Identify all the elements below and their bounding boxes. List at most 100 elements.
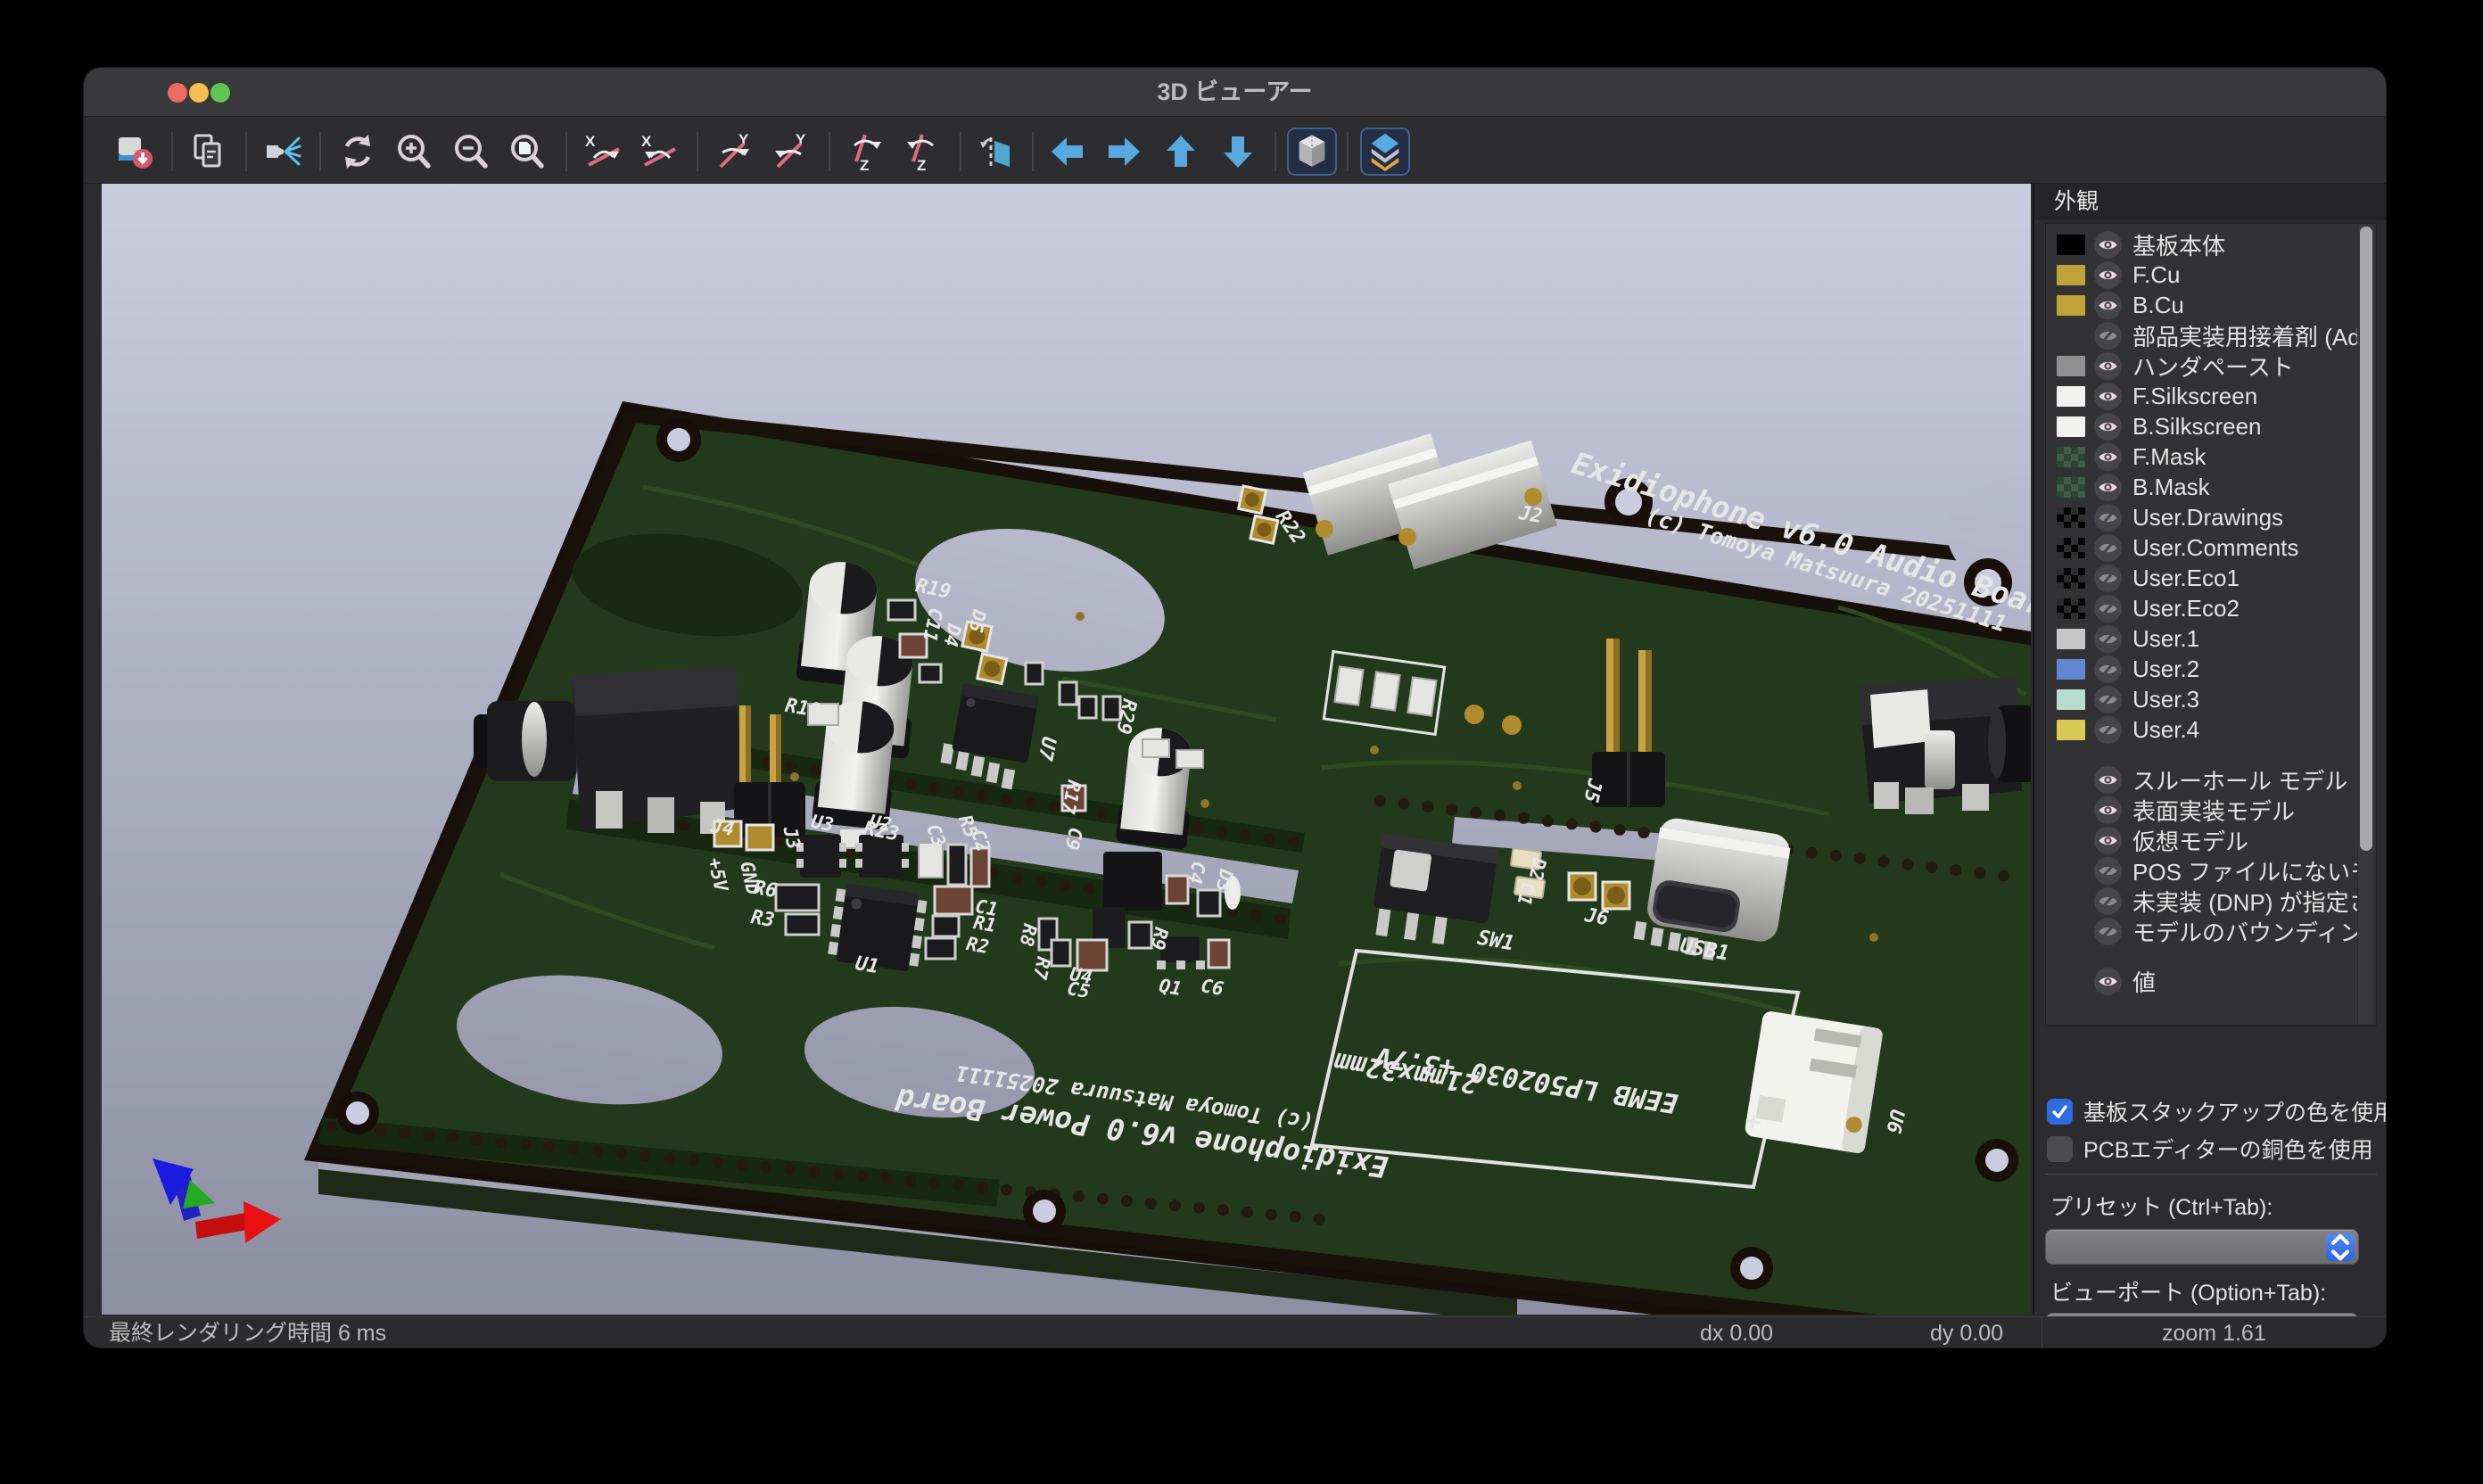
visibility-toggle[interactable] (2094, 766, 2122, 794)
eye-hidden-icon (2098, 598, 2118, 619)
layer-color-swatch[interactable] (2057, 477, 2085, 498)
layer-color-swatch[interactable] (2057, 659, 2085, 680)
use-pcb-copper-color-checkbox[interactable] (2047, 1136, 2073, 1162)
rotate-z-ccw-button[interactable]: Z (903, 131, 944, 172)
eye-hidden-icon (2098, 689, 2118, 710)
layer-row[interactable]: F.Mask (2057, 441, 2376, 472)
layer-row[interactable]: 表面実装モデル (2057, 795, 2376, 825)
rotate-z-cw-button[interactable]: Z (846, 131, 887, 172)
layer-color-swatch[interactable] (2057, 720, 2085, 740)
use-pcb-copper-color-row[interactable]: PCBエディターの銅色を使用 (2047, 1133, 2373, 1165)
3d-viewport[interactable]: Exidiophone v6.0 Audio Board(c) Tomoya M… (102, 184, 2031, 1315)
visibility-toggle[interactable] (2094, 857, 2122, 885)
visibility-toggle[interactable] (2094, 413, 2122, 441)
layer-row[interactable]: B.Mask (2057, 472, 2376, 502)
layer-color-swatch[interactable] (2057, 629, 2085, 649)
layer-color-swatch[interactable] (2057, 507, 2085, 528)
visibility-toggle[interactable] (2094, 968, 2122, 995)
layer-row[interactable]: B.Silkscreen (2057, 411, 2376, 441)
visibility-toggle[interactable] (2094, 887, 2122, 915)
layer-row[interactable]: 仮想モデル (2057, 825, 2376, 855)
pan-right-button[interactable] (1103, 131, 1144, 172)
redraw-button[interactable] (337, 131, 378, 172)
visibility-toggle[interactable] (2094, 322, 2122, 350)
visibility-toggle[interactable] (2094, 918, 2122, 945)
render-time-status: 最終レンダリング時間 6 ms (109, 1317, 386, 1348)
layer-row[interactable]: スルーホール モデル (2057, 764, 2376, 795)
copy-image-button[interactable] (188, 131, 229, 172)
layer-row[interactable]: 基板本体 (2057, 229, 2376, 260)
visibility-toggle[interactable] (2094, 686, 2122, 713)
layer-row[interactable]: F.Cu (2057, 260, 2376, 290)
layer-row[interactable]: モデルのバウンディング (2057, 916, 2376, 946)
visibility-toggle[interactable] (2094, 383, 2122, 410)
layer-color-swatch[interactable] (2057, 447, 2085, 467)
visibility-toggle[interactable] (2094, 231, 2122, 259)
visibility-toggle[interactable] (2094, 352, 2122, 380)
layer-color-swatch[interactable] (2057, 295, 2085, 316)
pan-down-button[interactable] (1217, 131, 1258, 172)
flip-board-button[interactable] (977, 131, 1018, 172)
export-board-image-button[interactable] (114, 131, 155, 172)
layer-row[interactable]: User.Drawings (2057, 502, 2376, 532)
rotate-y-ccw-button[interactable]: Y (771, 131, 812, 172)
layer-color-swatch[interactable] (2057, 356, 2085, 376)
layer-row[interactable]: User.Eco2 (2057, 593, 2376, 623)
rotate-z-counterclockwise-icon: Z (903, 131, 944, 172)
visibility-toggle[interactable] (2094, 565, 2122, 592)
stepper-icon[interactable] (2326, 1233, 2355, 1261)
zoom-out-button[interactable] (450, 131, 491, 172)
pan-right-arrow-icon (1103, 131, 1144, 172)
layer-row[interactable]: 値 (2057, 966, 2376, 996)
layer-color-swatch[interactable] (2057, 598, 2085, 619)
visibility-toggle[interactable] (2094, 796, 2122, 824)
layer-row[interactable]: 部品実装用接着剤 (Adh (2057, 320, 2376, 350)
visibility-toggle[interactable] (2094, 625, 2122, 653)
layer-color-swatch[interactable] (2057, 265, 2085, 285)
rotate-x-cw-button[interactable]: X (583, 131, 624, 172)
orthographic-projection-toggle[interactable] (1287, 128, 1337, 176)
preset-select[interactable] (2045, 1229, 2359, 1265)
layer-color-swatch[interactable] (2057, 416, 2085, 437)
appearance-panel-toggle[interactable] (1360, 128, 1410, 176)
layer-row[interactable]: F.Silkscreen (2057, 381, 2376, 411)
layer-color-swatch[interactable] (2057, 235, 2085, 255)
layer-color-swatch[interactable] (2057, 689, 2085, 710)
visibility-toggle[interactable] (2094, 595, 2122, 622)
layer-list-scrollbar[interactable] (2357, 225, 2373, 1024)
layer-color-swatch[interactable] (2057, 386, 2085, 407)
layer-row[interactable]: User.1 (2057, 623, 2376, 654)
viewport-preset-label: ビューポート (Option+Tab): (2050, 1275, 2326, 1307)
visibility-toggle[interactable] (2094, 534, 2122, 562)
visibility-toggle[interactable] (2094, 292, 2122, 319)
layer-row[interactable]: POS ファイルにないモ (2057, 855, 2376, 886)
silkscreen-text: C6 (1200, 975, 1225, 1000)
raytracing-render-button[interactable] (262, 131, 303, 172)
layer-color-swatch[interactable] (2057, 538, 2085, 558)
layer-row[interactable]: User.3 (2057, 684, 2376, 714)
zoom-to-fit-button[interactable] (507, 131, 548, 172)
visibility-toggle[interactable] (2094, 716, 2122, 744)
layer-row[interactable]: User.4 (2057, 714, 2376, 745)
layer-color-swatch[interactable] (2057, 568, 2085, 589)
use-stackup-colors-checkbox[interactable] (2047, 1099, 2073, 1125)
pan-up-button[interactable] (1160, 131, 1201, 172)
visibility-toggle[interactable] (2094, 504, 2122, 532)
visibility-toggle[interactable] (2094, 474, 2122, 501)
layer-row[interactable]: User.2 (2057, 654, 2376, 684)
pan-left-button[interactable] (1047, 131, 1088, 172)
rotate-x-ccw-button[interactable]: X (639, 131, 681, 172)
visibility-toggle[interactable] (2094, 827, 2122, 854)
layer-row[interactable]: ハンダペースト (2057, 350, 2376, 381)
visibility-toggle[interactable] (2094, 443, 2122, 471)
rotate-y-cw-button[interactable]: Y (714, 131, 755, 172)
visibility-toggle[interactable] (2094, 655, 2122, 683)
visibility-toggle[interactable] (2094, 261, 2122, 289)
layer-row[interactable]: 未実装 (DNP) が指定さ (2057, 886, 2376, 916)
layer-row[interactable]: B.Cu (2057, 290, 2376, 320)
scrollbar-thumb[interactable] (2360, 227, 2372, 851)
layer-row[interactable]: User.Comments (2057, 532, 2376, 563)
layer-row[interactable]: User.Eco1 (2057, 563, 2376, 593)
zoom-in-button[interactable] (393, 131, 434, 172)
use-stackup-colors-row[interactable]: 基板スタックアップの色を使用 (2047, 1095, 2387, 1127)
